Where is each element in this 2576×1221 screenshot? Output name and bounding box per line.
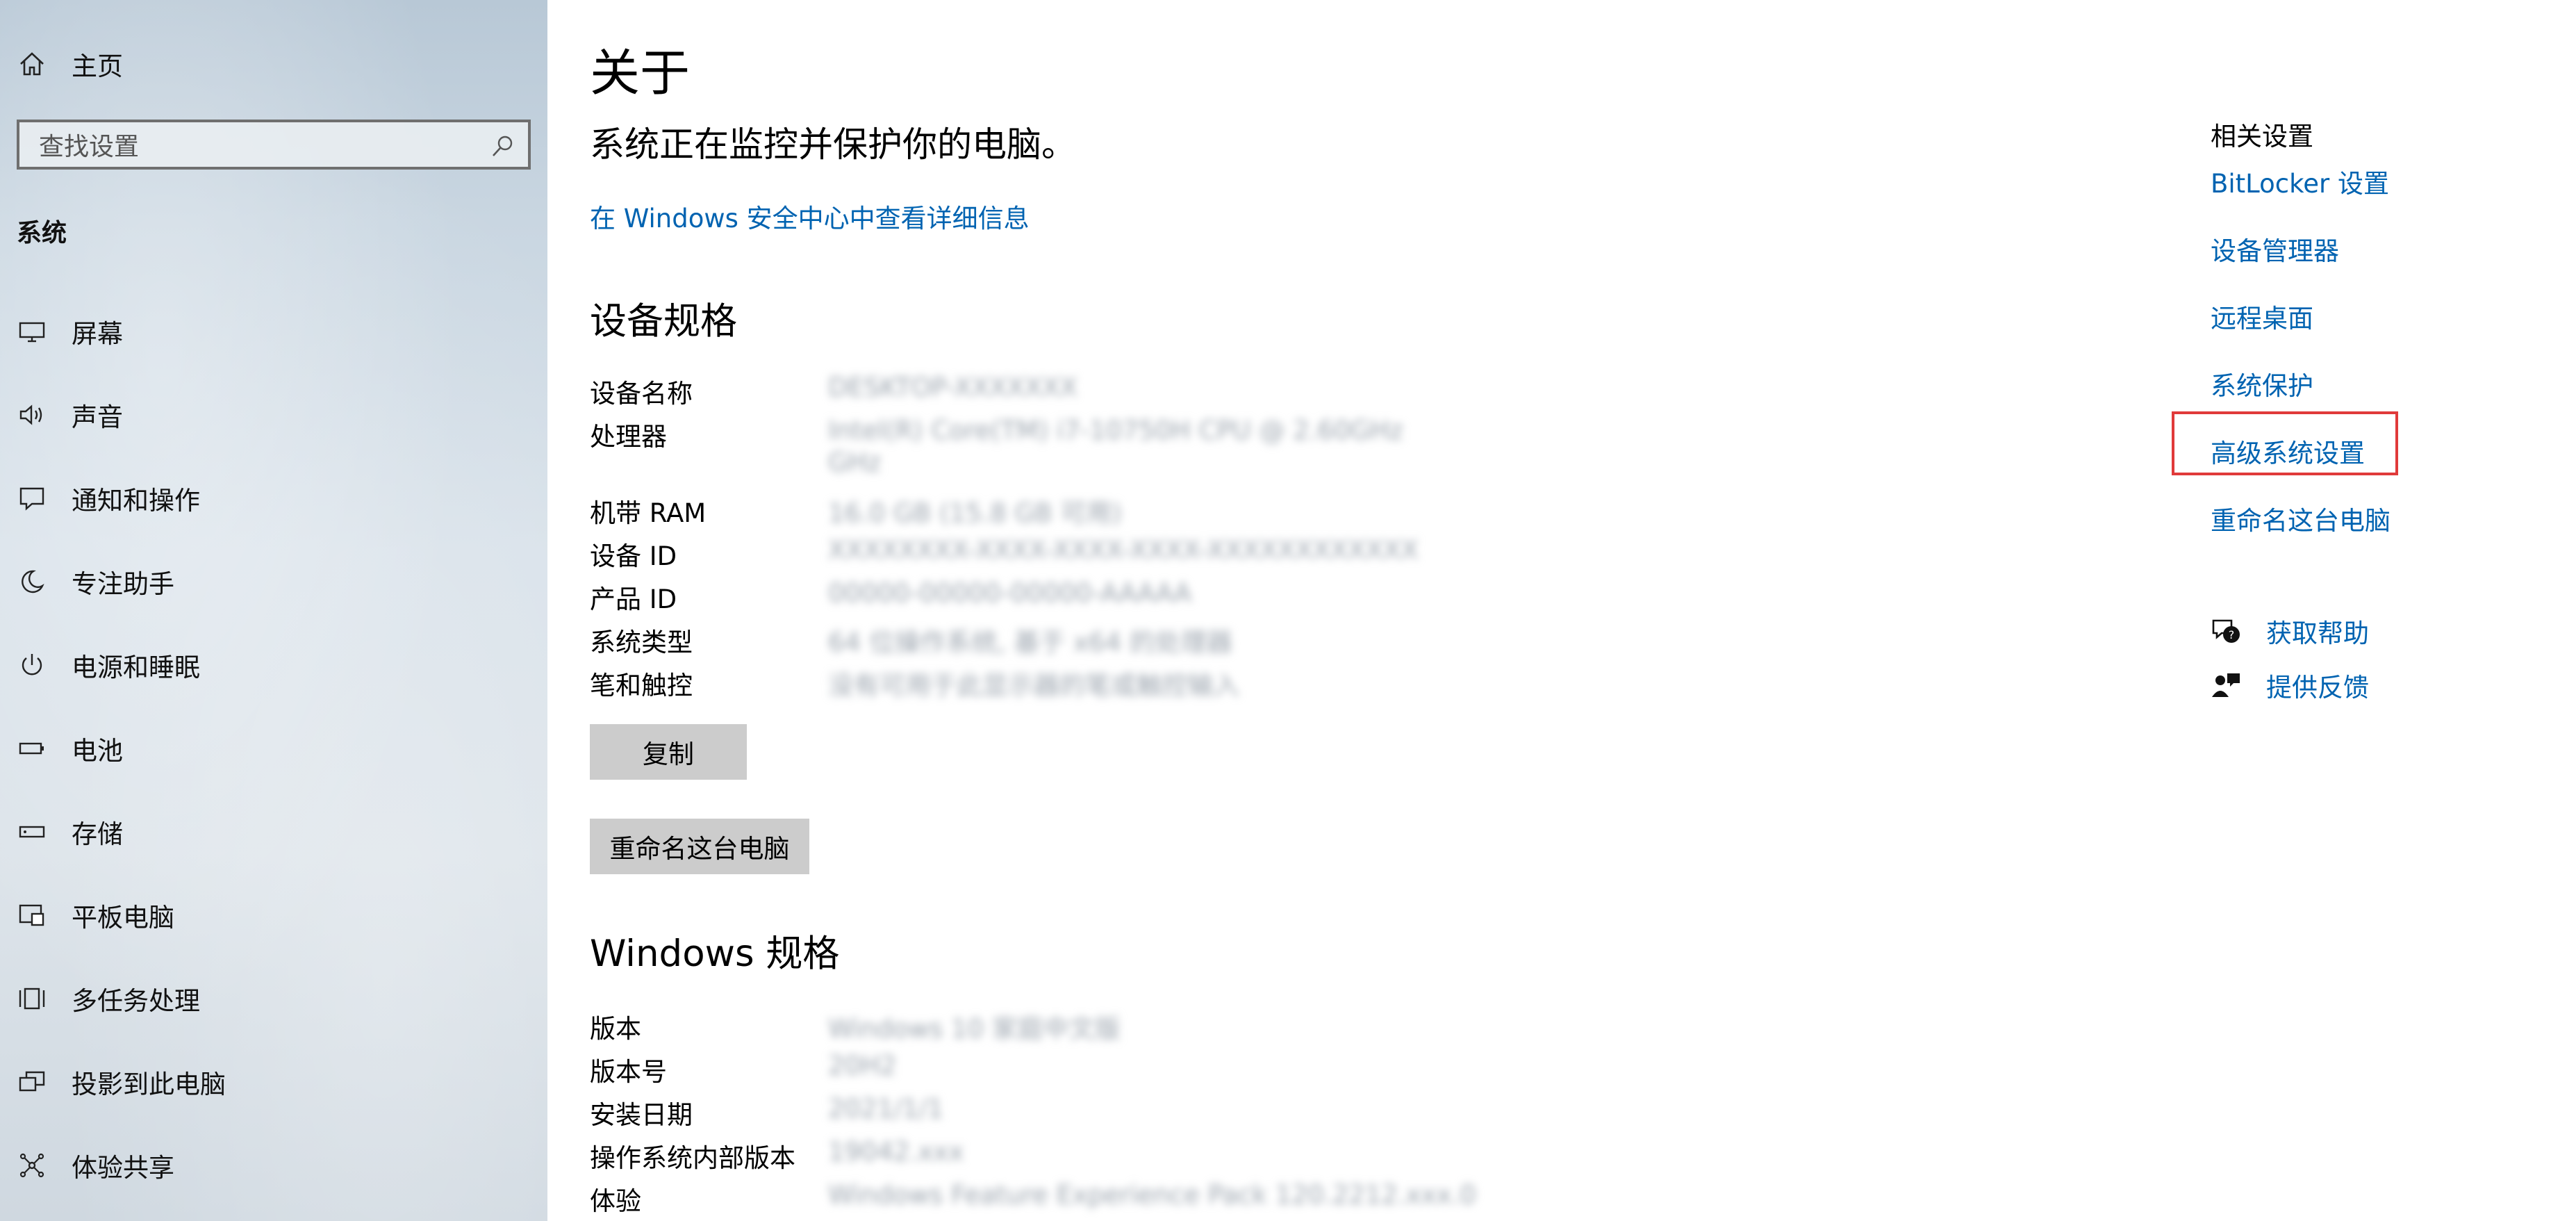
spec-label: 产品 ID xyxy=(590,584,677,614)
power-icon xyxy=(17,650,47,680)
copy-button[interactable]: 复制 xyxy=(590,724,747,780)
sidebar-item-power[interactable]: 电源和睡眠 xyxy=(0,630,547,700)
notification-icon xyxy=(17,483,47,514)
spec-value: XXXXXXXX-XXXX-XXXX-XXXX-XXXXXXXXXXXX xyxy=(828,535,1419,565)
sidebar-item-label: 通知和操作 xyxy=(72,486,200,516)
search-icon[interactable] xyxy=(490,133,515,158)
sidebar-item-label: 电源和睡眠 xyxy=(72,653,200,682)
spec-value: 64 位操作系统, 基于 x64 的处理器 xyxy=(828,628,1232,657)
moon-icon xyxy=(17,566,47,597)
sidebar-item-label: 声音 xyxy=(72,402,123,432)
sidebar-item-shared-experiences[interactable]: 体验共享 xyxy=(0,1131,547,1200)
sidebar-item-battery[interactable]: 电池 xyxy=(0,714,547,783)
feedback-link[interactable]: 提供反馈 xyxy=(2266,666,2369,704)
spec-label: 版本 xyxy=(590,1014,641,1044)
rename-pc-link[interactable]: 重命名这台电脑 xyxy=(2211,500,2391,537)
spec-value: Windows Feature Experience Pack 120.2212… xyxy=(828,1180,1476,1210)
sidebar-item-label: 存储 xyxy=(72,819,123,849)
security-center-link[interactable]: 在 Windows 安全中心中查看详细信息 xyxy=(590,197,1030,235)
spec-value-continued: GHz xyxy=(828,448,881,477)
sidebar-item-label: 屏幕 xyxy=(72,319,123,349)
spec-label: 设备 ID xyxy=(590,541,677,571)
sidebar-item-focus-assist[interactable]: 专注助手 xyxy=(0,547,547,616)
spec-label: 版本号 xyxy=(590,1057,667,1087)
multitask-icon xyxy=(17,983,47,1014)
sidebar-item-label: 多任务处理 xyxy=(72,986,200,1016)
spec-label: 体验 xyxy=(590,1186,641,1216)
speaker-icon xyxy=(17,400,47,430)
spec-value: 2021/1/1 xyxy=(828,1094,944,1124)
sidebar-item-multitasking[interactable]: 多任务处理 xyxy=(0,964,547,1033)
share-icon xyxy=(17,1150,47,1181)
svg-text:?: ? xyxy=(2229,628,2235,641)
protection-status-text: 系统正在监控并保护你的电脑。 xyxy=(590,124,1076,165)
search-box[interactable] xyxy=(17,120,531,170)
page-title: 关于 xyxy=(590,44,691,102)
remote-desktop-link[interactable]: 远程桌面 xyxy=(2211,297,2313,335)
project-icon xyxy=(17,1067,47,1097)
spec-value: 00000-00000-00000-AAAAA xyxy=(828,578,1192,608)
settings-sidebar: 主页 系统 屏幕 声音 通知和操作 专注助手 电源和睡眠 xyxy=(0,0,547,1221)
sidebar-item-tablet[interactable]: 平板电脑 xyxy=(0,880,547,950)
spec-label: 笔和触控 xyxy=(590,671,693,700)
spec-value: 没有可用于此显示器的笔或触控输入 xyxy=(828,671,1239,700)
tablet-icon xyxy=(17,900,47,931)
sidebar-item-display[interactable]: 屏幕 xyxy=(0,297,547,366)
sidebar-item-label: 专注助手 xyxy=(72,569,174,599)
spec-value: DESKTOP-XXXXXXX xyxy=(828,372,1078,402)
storage-icon xyxy=(17,817,47,847)
sidebar-item-label: 电池 xyxy=(72,736,123,766)
get-help-link[interactable]: 获取帮助 xyxy=(2266,612,2369,650)
spec-value: 19042.xxx xyxy=(828,1137,964,1167)
sidebar-item-project[interactable]: 投影到此电脑 xyxy=(0,1047,547,1117)
home-nav-item[interactable]: 主页 xyxy=(0,29,547,99)
bitlocker-settings-link[interactable]: BitLocker 设置 xyxy=(2211,163,2389,200)
sidebar-item-label: 体验共享 xyxy=(72,1153,174,1183)
section-title: 系统 xyxy=(17,219,67,247)
home-icon xyxy=(17,49,47,79)
advanced-system-settings-link[interactable]: 高级系统设置 xyxy=(2211,432,2365,470)
feedback-row[interactable]: 提供反馈 xyxy=(2211,666,2369,705)
rename-pc-button[interactable]: 重命名这台电脑 xyxy=(590,819,809,874)
spec-value: Windows 10 家庭中文版 xyxy=(828,1014,1121,1044)
spec-label: 处理器 xyxy=(590,422,667,452)
spec-label: 操作系统内部版本 xyxy=(590,1143,795,1173)
spec-label: 设备名称 xyxy=(590,379,693,409)
search-input[interactable] xyxy=(38,129,471,164)
help-chat-icon: ? xyxy=(2211,615,2243,647)
spec-value: 16.0 GB (15.8 GB 可用) xyxy=(828,498,1122,528)
spec-label: 安装日期 xyxy=(590,1100,693,1130)
device-specs-heading: 设备规格 xyxy=(590,300,737,343)
sidebar-item-label: 平板电脑 xyxy=(72,903,174,933)
display-icon xyxy=(17,316,47,347)
sidebar-item-label: 投影到此电脑 xyxy=(72,1070,226,1099)
get-help-row[interactable]: ? 获取帮助 xyxy=(2211,612,2369,650)
spec-label: 机带 RAM xyxy=(590,498,707,528)
sidebar-item-sound[interactable]: 声音 xyxy=(0,380,547,450)
related-settings-title: 相关设置 xyxy=(2211,122,2313,151)
sidebar-item-storage[interactable]: 存储 xyxy=(0,797,547,867)
spec-value: 20H2 xyxy=(828,1051,897,1081)
battery-icon xyxy=(17,733,47,764)
spec-value: Intel(R) Core(TM) i7-10750H CPU @ 2.60GH… xyxy=(828,416,1403,445)
home-label: 主页 xyxy=(72,51,123,81)
feedback-icon xyxy=(2211,669,2243,701)
windows-specs-heading: Windows 规格 xyxy=(590,933,840,975)
spec-label: 系统类型 xyxy=(590,628,693,657)
system-protection-link[interactable]: 系统保护 xyxy=(2211,365,2313,402)
device-manager-link[interactable]: 设备管理器 xyxy=(2211,230,2339,268)
sidebar-item-notifications[interactable]: 通知和操作 xyxy=(0,464,547,533)
